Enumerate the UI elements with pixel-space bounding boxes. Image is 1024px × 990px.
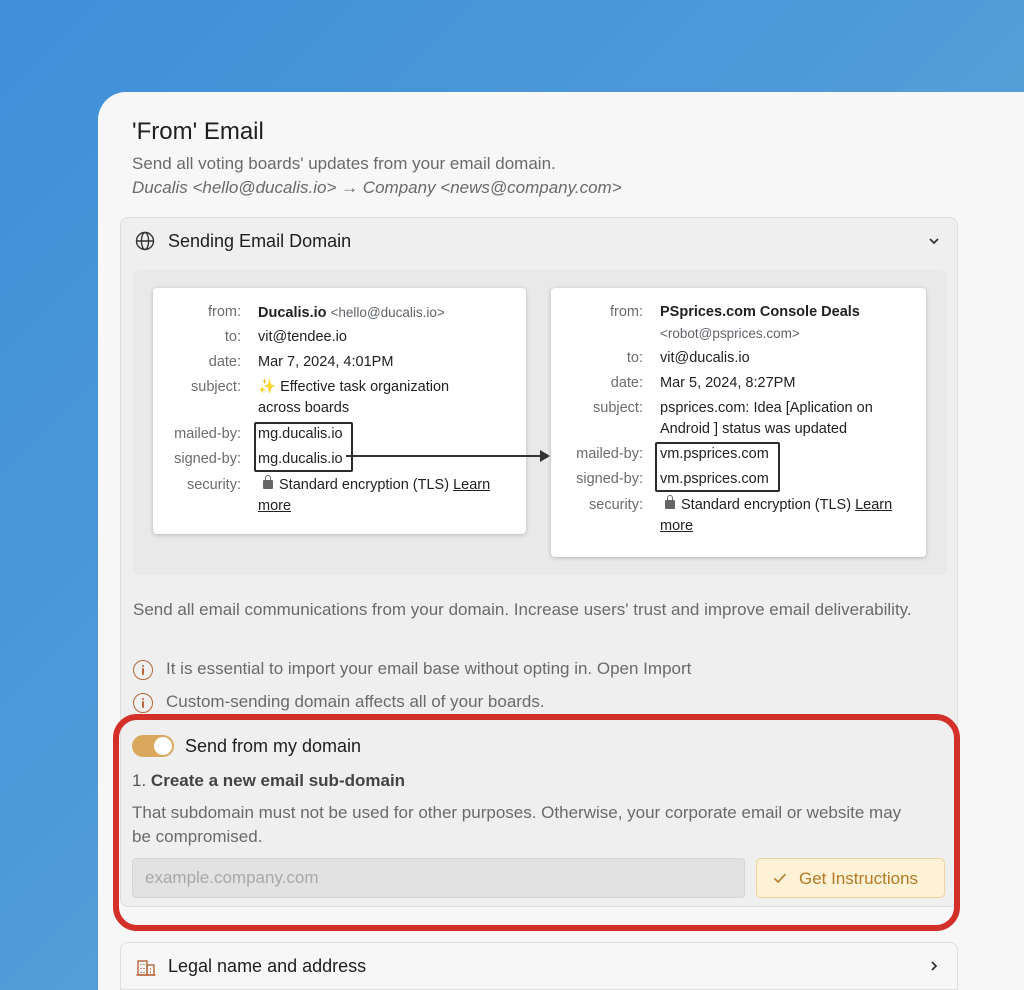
sending-email-domain-header[interactable]: Sending Email Domain — [121, 218, 957, 264]
domain-highlight-box — [254, 422, 353, 472]
arrow-head-icon — [540, 450, 550, 462]
learn-more-link-cont[interactable]: more — [258, 496, 291, 517]
building-icon — [136, 960, 156, 976]
learn-more-link[interactable]: Learn — [855, 497, 892, 513]
domain-highlight-box — [655, 442, 780, 492]
toggle-label: Send from my domain — [185, 736, 362, 756]
from-example: Ducalis <hello@ducalis.io> → Company <ne… — [132, 178, 622, 197]
date-value: Mar 7, 2024, 4:01PM — [258, 354, 394, 370]
mailed-by-label: mailed-by: — [576, 446, 643, 462]
lock-icon — [665, 495, 675, 509]
check-icon — [773, 873, 787, 884]
section-description: Send all email communications from your … — [133, 600, 912, 619]
sender-name: PSprices.com Console Deals — [660, 304, 860, 320]
from-label: from: — [207, 304, 241, 320]
step-number: 1. — [132, 771, 147, 790]
arrow-line — [346, 455, 542, 457]
subject-line-2: Android ] status was updated — [660, 421, 848, 437]
security-value: Standard encryption (TLS) — [279, 477, 450, 493]
sender-address: <hello@ducalis.io> — [330, 305, 445, 320]
signed-by-label: signed-by: — [174, 451, 241, 467]
button-label: Get Instructions — [799, 869, 919, 888]
page-title: 'From' Email — [132, 118, 264, 145]
signed-by-label: signed-by: — [576, 471, 643, 487]
subdomain-input[interactable] — [132, 858, 745, 898]
note-text: It is essential to import your email bas… — [166, 659, 692, 678]
subject-line-2: across boards — [258, 400, 350, 416]
send-from-domain-toggle[interactable] — [132, 735, 174, 757]
security-value: Standard encryption (TLS) — [681, 497, 852, 513]
learn-more-link-cont[interactable]: more — [660, 516, 693, 537]
sender-name: Ducalis.io — [258, 305, 327, 321]
get-instructions-button[interactable]: Get Instructions — [756, 858, 945, 898]
note-text: Custom-sending domain affects all of you… — [166, 692, 545, 711]
info-note-boards: Custom-sending domain affects all of you… — [133, 692, 933, 716]
step-description: That subdomain must not be used for othe… — [132, 803, 902, 846]
legal-name-address-section[interactable]: Legal name and address — [120, 942, 958, 990]
globe-icon — [135, 231, 155, 251]
date-label: date: — [208, 354, 241, 370]
email-header-preview: from: Ducalis.io <hello@ducalis.io> to: … — [133, 270, 947, 575]
lock-icon — [263, 475, 273, 489]
to-label: to: — [626, 350, 643, 366]
from-label: from: — [609, 304, 643, 320]
security-label: security: — [589, 497, 643, 513]
subject-label: subject: — [191, 379, 241, 395]
email-preview-custom: from: PSprices.com Console Deals <robot@… — [551, 288, 926, 557]
subject-line-1: psprices.com: Idea [Aplication on — [660, 400, 873, 416]
legal-section-title: Legal name and address — [168, 956, 367, 976]
step-title-text: Create a new email sub-domain — [150, 771, 406, 790]
date-label: date: — [610, 375, 643, 391]
date-value: Mar 5, 2024, 8:27PM — [660, 375, 796, 391]
chevron-right-icon[interactable] — [927, 959, 941, 973]
section-title: Sending Email Domain — [168, 231, 352, 251]
page-subtitle: Send all voting boards' updates from you… — [132, 154, 556, 173]
to-label: to: — [224, 329, 241, 345]
to-value: vit@ducalis.io — [660, 350, 750, 366]
step-title: 1. Create a new email sub-domain — [132, 771, 405, 791]
info-icon — [133, 660, 153, 680]
chevron-down-icon[interactable] — [927, 234, 941, 248]
security-label: security: — [187, 477, 241, 493]
subject-line-1: ✨ Effective task organization — [258, 379, 450, 395]
email-preview-default: from: Ducalis.io <hello@ducalis.io> to: … — [153, 288, 526, 534]
to-value: vit@tendee.io — [258, 329, 347, 345]
info-note-import: It is essential to import your email bas… — [133, 659, 933, 683]
sender-address: <robot@psprices.com> — [660, 326, 800, 341]
toggle-knob — [154, 737, 172, 755]
learn-more-link[interactable]: Learn — [453, 477, 490, 493]
subject-label: subject: — [593, 400, 643, 416]
mailed-by-label: mailed-by: — [174, 426, 241, 442]
info-icon — [133, 693, 153, 713]
